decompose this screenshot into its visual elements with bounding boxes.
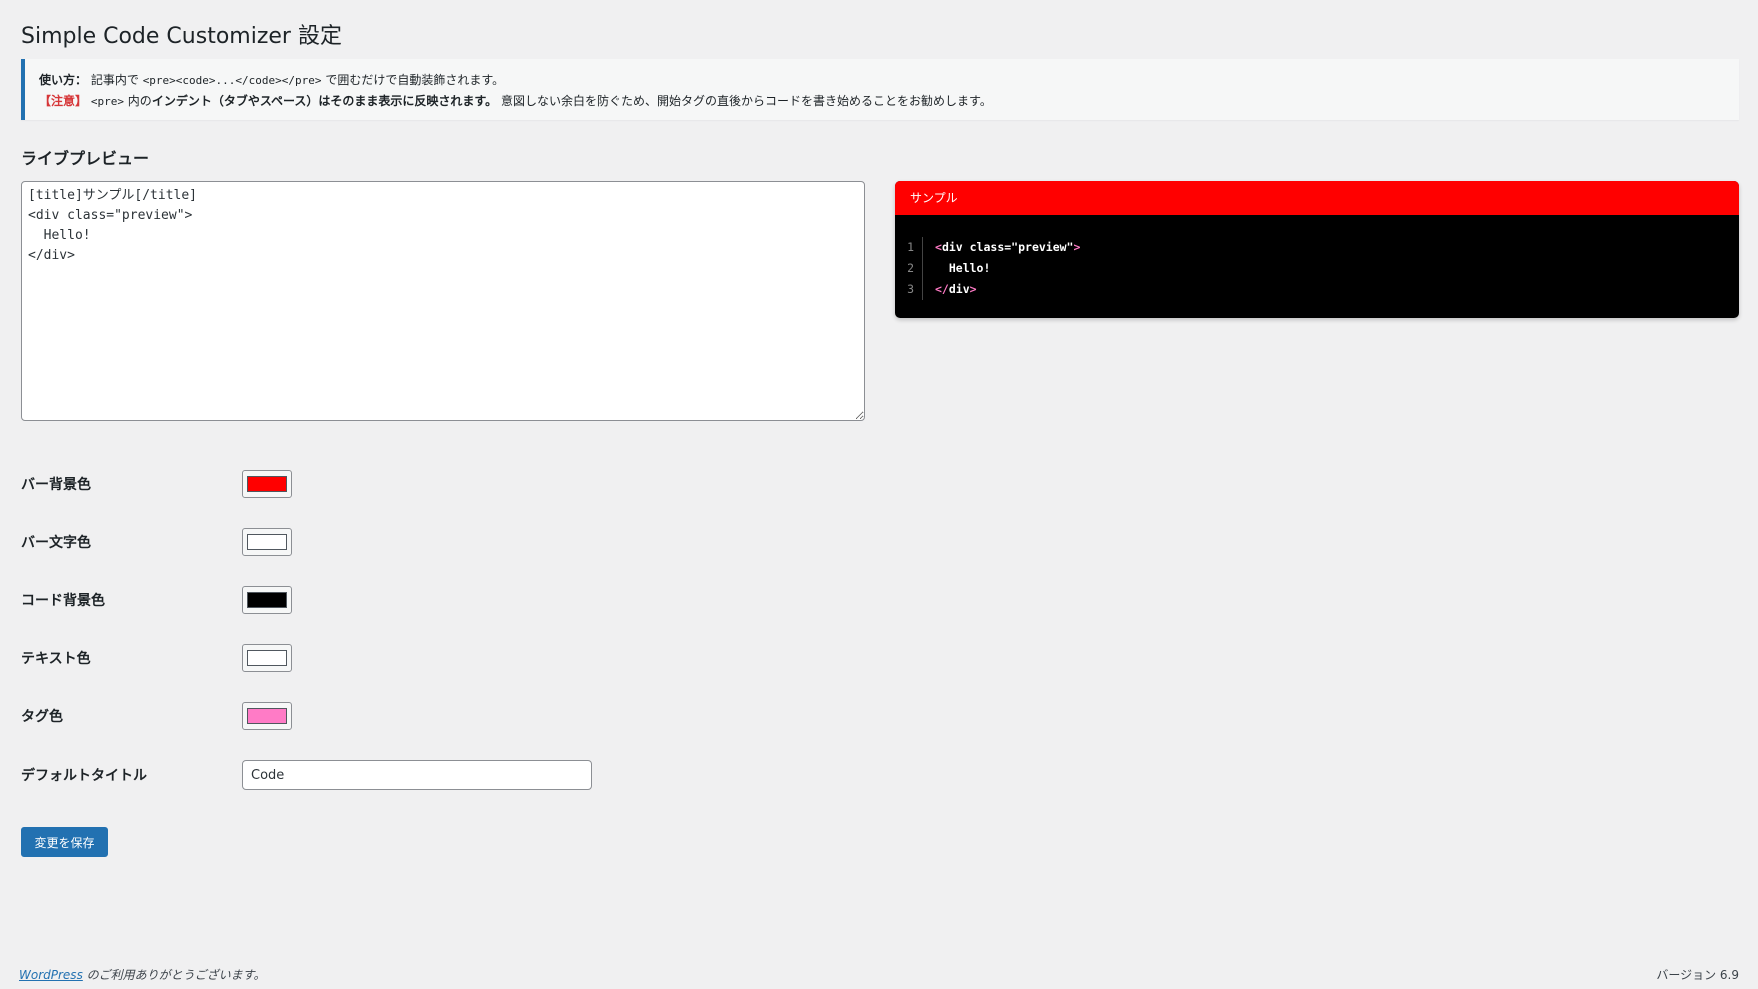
usage-code: <pre><code>...</code></pre>: [142, 74, 322, 87]
default-title-input[interactable]: [242, 760, 592, 790]
bar-text-swatch: [247, 534, 287, 550]
save-button[interactable]: 変更を保存: [21, 827, 108, 857]
code-line: 3 </div>: [895, 279, 1739, 300]
usage-line: 使い方： 記事内で <pre><code>...</code></pre> で囲…: [39, 70, 1725, 91]
tag-open: </: [935, 282, 949, 296]
code-preview-box: サンプル 1 <div class="preview"> 2 Hello! 3 …: [895, 181, 1739, 318]
usage-text-2: で囲むだけで自動装飾されます。: [325, 73, 505, 87]
tag-close: >: [969, 282, 977, 296]
live-preview-title: ライブプレビュー: [21, 149, 150, 168]
footer-credit: WordPress のご利用ありがとうございます。: [19, 966, 265, 983]
bar-bg-label: バー背景色: [21, 477, 91, 493]
line-number: 3: [895, 279, 923, 300]
warning-line: 【注意】 <pre> 内のインデント（タブやスペース）はそのまま表示に反映されま…: [39, 91, 1725, 112]
code-body: Hello!: [948, 261, 991, 275]
warning-label: 【注意】: [39, 94, 88, 108]
preview-editor[interactable]: [title]サンプル[/title] <div class="preview"…: [21, 181, 865, 421]
tag-color-picker[interactable]: [242, 702, 292, 730]
bar-text-label: バー文字色: [21, 535, 91, 551]
page-title: Simple Code Customizer 設定: [21, 24, 342, 49]
row-default-title: デフォルトタイトル: [21, 760, 592, 790]
code-line: 2 Hello!: [895, 258, 1739, 279]
code-bg-swatch: [247, 592, 287, 608]
bar-bg-color-picker[interactable]: [242, 470, 292, 498]
preview-title-bar: サンプル: [895, 181, 1739, 215]
row-bar-text: バー文字色: [21, 527, 292, 557]
bar-text-color-picker[interactable]: [242, 528, 292, 556]
wordpress-link[interactable]: WordPress: [19, 968, 83, 982]
usage-notice: 使い方： 記事内で <pre><code>...</code></pre> で囲…: [21, 59, 1739, 120]
line-number: 2: [895, 258, 923, 279]
warning-code: <pre>: [90, 95, 124, 108]
code-body: div class="preview": [941, 240, 1074, 254]
tag-color-label: タグ色: [21, 709, 63, 725]
footer-version: バージョン 6.9: [1656, 968, 1739, 982]
code-text: Hello!: [935, 258, 991, 279]
preview-code-area: 1 <div class="preview"> 2 Hello! 3 </div…: [895, 215, 1739, 300]
bar-bg-swatch: [247, 476, 287, 492]
row-bar-bg: バー背景色: [21, 469, 292, 499]
tag-open: <: [935, 240, 942, 254]
footer-thanks: のご利用ありがとうございます。: [82, 968, 266, 982]
default-title-label: デフォルトタイトル: [21, 768, 147, 784]
text-color-label: テキスト色: [21, 651, 91, 667]
usage-label: 使い方：: [39, 73, 88, 87]
code-bg-color-picker[interactable]: [242, 586, 292, 614]
row-code-bg: コード背景色: [21, 585, 292, 615]
tag-color-swatch: [247, 708, 287, 724]
code-text: </div>: [935, 279, 977, 300]
text-color-swatch: [247, 650, 287, 666]
tag-close: >: [1073, 240, 1081, 254]
code-text: <div class="preview">: [935, 237, 1080, 258]
line-number: 1: [895, 237, 923, 258]
warning-text-1: 内の: [127, 94, 152, 108]
warning-text-2: 意図しない余白を防ぐため、開始タグの直後からコードを書き始めることをお勧めします…: [501, 94, 992, 108]
code-bg-label: コード背景色: [21, 593, 105, 609]
code-body: div: [948, 282, 970, 296]
text-color-picker[interactable]: [242, 644, 292, 672]
usage-text-1: 記事内で: [90, 73, 139, 87]
warning-bold: インデント（タブやスペース）はそのまま表示に反映されます。: [151, 94, 498, 108]
row-text-color: テキスト色: [21, 643, 292, 673]
code-line: 1 <div class="preview">: [895, 237, 1739, 258]
row-tag-color: タグ色: [21, 701, 292, 731]
